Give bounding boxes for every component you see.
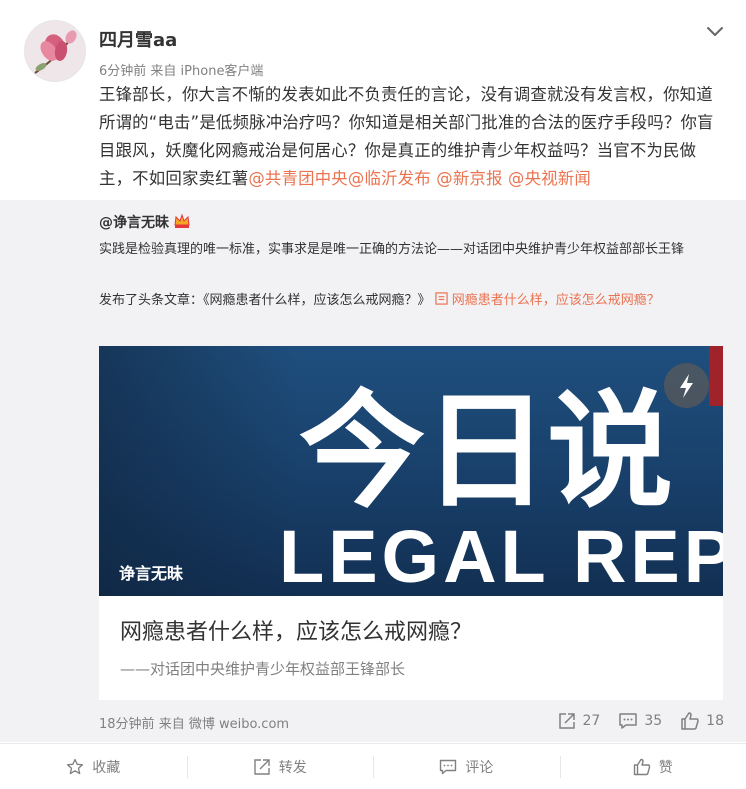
repost-source: 来自 微博 weibo.com	[158, 717, 290, 732]
post-meta: 6分钟前 来自 iPhone客户端	[99, 60, 263, 79]
cover-source-label: 诤言无昧	[119, 564, 184, 583]
thumbs-up-icon	[681, 712, 699, 730]
repost-article-line: 发布了头条文章：《网瘾患者什么样，应该怎么戒网瘾？》 网瘾患者什么样，应该怎么戒…	[99, 288, 719, 313]
image-shade	[99, 346, 299, 596]
comment-icon	[440, 759, 457, 774]
like-button[interactable]: 赞	[559, 744, 746, 789]
repost-text: 实践是检验真理的唯一标准，实事求是是唯一正确的方法论——对话团中央维护青少年权益…	[99, 242, 685, 257]
repost-meta: 18分钟前 来自 微博 weibo.com	[99, 713, 289, 732]
like-label: 赞	[658, 759, 673, 776]
article-card[interactable]: 今日说 LEGAL REP 诤言无昧 网瘾患者什么样，应该怎么戒网瘾？ ——对话…	[99, 346, 723, 700]
mention-cctv-news[interactable]: @央视新闻	[503, 169, 591, 188]
cover-text-cn: 今日说	[299, 378, 673, 525]
mention-xinjingbao[interactable]: @新京报	[431, 169, 503, 188]
comment-button[interactable]: 评论	[373, 744, 560, 789]
article-title[interactable]: 网瘾患者什么样，应该怎么戒网瘾？	[120, 614, 472, 646]
repost-share-button[interactable]: 27	[557, 711, 601, 731]
repost-stats: 27 35 18	[557, 710, 724, 732]
repost-username-link[interactable]: @诤言无昧	[99, 215, 169, 231]
article-cover-image[interactable]: 今日说 LEGAL REP 诤言无昧	[99, 346, 723, 596]
vip-crown-icon	[173, 213, 191, 229]
article-link-text[interactable]: 网瘾患者什么样，应该怎么戒网瘾？	[448, 293, 660, 308]
repost-like-button[interactable]: 18	[680, 711, 724, 731]
flash-icon[interactable]	[664, 363, 709, 408]
action-bar: 收藏 转发 评论 赞	[0, 743, 746, 789]
article-icon	[434, 292, 448, 305]
mention-gqt[interactable]: @共青团中央	[248, 169, 348, 188]
avatar[interactable]	[24, 20, 86, 82]
repost-button[interactable]: 转发	[186, 744, 374, 789]
star-icon	[67, 758, 84, 774]
comment-icon	[619, 713, 638, 729]
repost-comment-button[interactable]: 35	[618, 711, 662, 731]
repost-label: 转发	[278, 759, 307, 776]
comment-count: 35	[644, 713, 663, 729]
post-header: 四月雪aa 6分钟前 来自 iPhone客户端	[0, 0, 746, 90]
post-content: 王锋部长，你大言不惭的发表如此不负责任的言论，没有调查就没有发言权，你知道所谓的…	[99, 81, 724, 193]
thumbs-up-icon	[633, 758, 650, 775]
like-count: 18	[706, 713, 724, 729]
share-icon	[558, 713, 575, 729]
article-link[interactable]: 网瘾患者什么样，应该怎么戒网瘾？	[434, 292, 660, 308]
chevron-down-icon[interactable]	[704, 20, 726, 42]
post-username[interactable]: 四月雪aa	[99, 26, 177, 52]
mention-linyi[interactable]: @临沂发布	[348, 169, 431, 188]
cover-red-strip	[709, 346, 723, 406]
repost-count: 27	[582, 713, 601, 729]
article-subtitle: ——对话团中央维护青少年权益部王锋部长	[120, 660, 406, 678]
favorite-button[interactable]: 收藏	[0, 744, 187, 789]
repost-time[interactable]: 18分钟前	[99, 717, 155, 732]
share-icon	[254, 758, 270, 775]
post-source: 来自 iPhone客户端	[150, 64, 264, 79]
comment-label: 评论	[465, 759, 494, 776]
repost-username: @诤言无昧	[99, 212, 191, 232]
favorite-label: 收藏	[92, 759, 121, 776]
repost-article-prefix: 发布了头条文章：《网瘾患者什么样，应该怎么戒网瘾？》	[99, 293, 431, 308]
cover-text-en: LEGAL REP	[279, 515, 723, 596]
post-time[interactable]: 6分钟前	[99, 64, 146, 79]
